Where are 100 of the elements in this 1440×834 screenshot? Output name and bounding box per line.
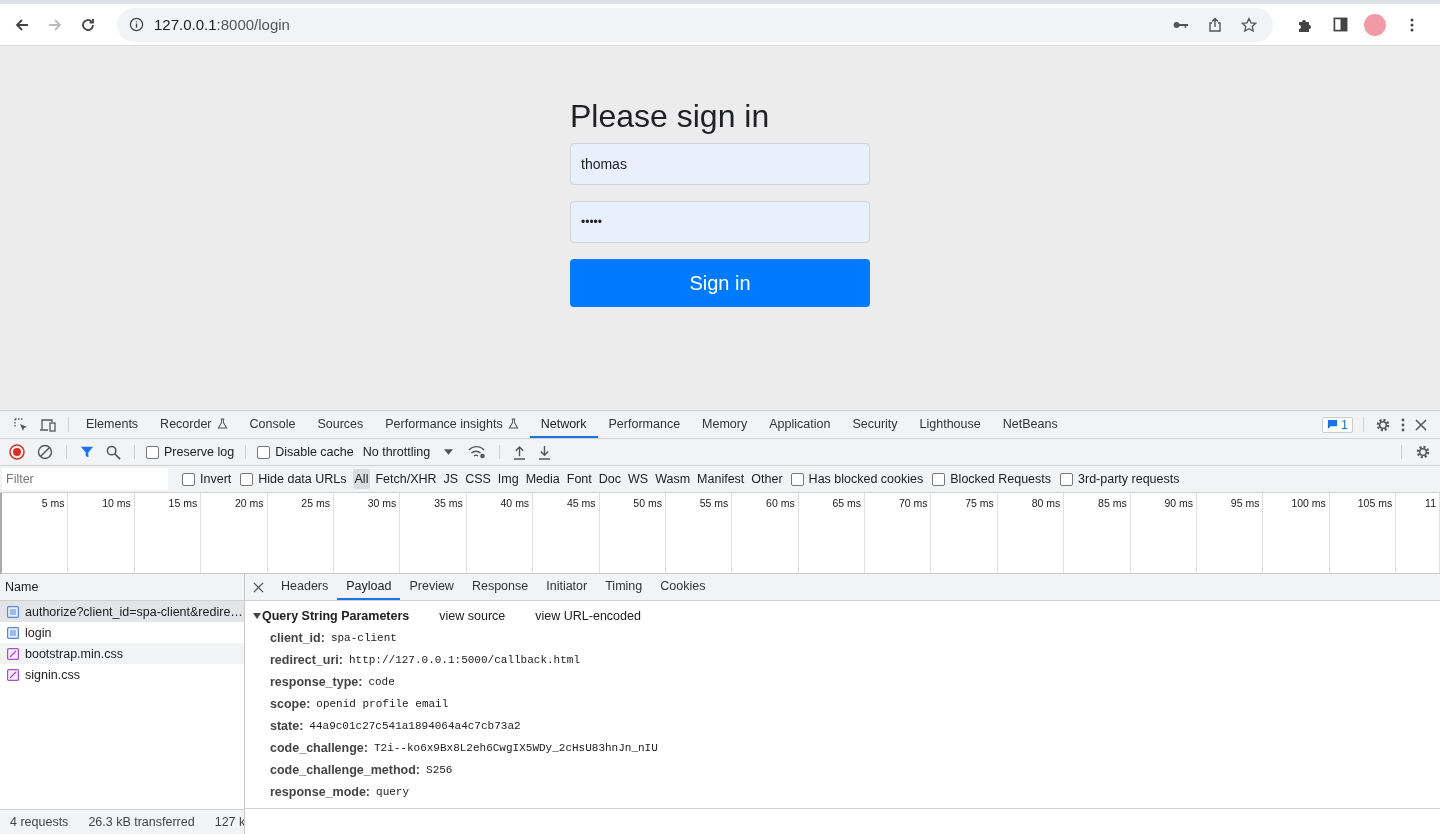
type-filter-button[interactable]: Other <box>749 469 785 489</box>
close-icon[interactable] <box>253 581 264 593</box>
sign-in-button[interactable]: Sign in <box>570 259 870 307</box>
type-filter-button[interactable]: Media <box>523 469 562 489</box>
devtools-tab[interactable]: Memory <box>691 411 759 438</box>
more-icon[interactable] <box>1410 16 1414 33</box>
devtools-tab[interactable]: Recorder <box>149 411 239 438</box>
devtools-tab[interactable]: Console <box>238 411 307 438</box>
checkbox[interactable] <box>257 445 271 459</box>
clear-icon[interactable] <box>37 444 53 460</box>
wifi-gear-icon[interactable] <box>468 445 487 459</box>
filter-icon[interactable] <box>80 445 94 459</box>
param-name: client_id: <box>270 631 325 645</box>
checkbox-label: Preserve log <box>164 445 235 459</box>
timeline-tick: 95 ms <box>1230 497 1260 509</box>
type-filter-button[interactable]: CSS <box>463 469 493 489</box>
devtools-tab[interactable]: Lighthouse <box>908 411 992 438</box>
devtools-tab[interactable]: Performance <box>597 411 692 438</box>
request-row[interactable]: authorize?client_id=spa-client&redire… <box>0 601 244 622</box>
detail-tab[interactable]: Preview <box>400 574 463 600</box>
issues-badge[interactable]: 1 <box>1322 416 1353 433</box>
param-value: code <box>368 676 395 688</box>
record-icon[interactable] <box>9 444 25 460</box>
param-name: redirect_uri: <box>270 653 343 667</box>
download-icon[interactable] <box>538 444 552 460</box>
type-filter-button[interactable]: WS <box>626 469 651 489</box>
timeline-tick: 65 ms <box>832 497 862 509</box>
checkbox[interactable] <box>240 472 254 486</box>
view-toggle-link[interactable]: view URL-encoded <box>535 609 641 623</box>
param-value: spa-client <box>330 632 397 644</box>
back-icon[interactable] <box>14 16 30 33</box>
detail-tab[interactable]: Cookies <box>651 574 715 600</box>
checkbox-label: 3rd-party requests <box>1078 472 1180 486</box>
close-icon[interactable] <box>1415 418 1427 431</box>
page-heading: Please sign in <box>570 98 771 135</box>
request-row[interactable]: signin.css <box>0 664 244 685</box>
type-filter-button[interactable]: All <box>352 469 371 489</box>
type-filter-button[interactable]: Img <box>495 469 521 489</box>
checkbox[interactable] <box>790 472 804 486</box>
filter-field[interactable]: Filter <box>2 468 168 490</box>
search-icon[interactable] <box>106 444 121 460</box>
param-name: response_mode: <box>270 785 371 799</box>
detail-tab[interactable]: Headers <box>272 574 338 600</box>
throttling-dropdown[interactable]: No throttling <box>358 439 462 465</box>
device-toolbar-icon[interactable] <box>39 416 57 433</box>
detail-tab[interactable]: Timing <box>596 574 652 600</box>
detail-tab[interactable]: Payload <box>337 574 401 600</box>
caret-icon <box>444 449 454 455</box>
param-name: code_challenge_method: <box>270 763 421 777</box>
type-filter-button[interactable]: Fetch/XHR <box>373 469 439 489</box>
param-value: S256 <box>426 764 453 776</box>
request-row[interactable]: bootstrap.min.css <box>0 643 244 664</box>
timeline-tick: 40 ms <box>500 497 530 509</box>
timeline-tick: 55 ms <box>699 497 729 509</box>
username-field[interactable]: thomas <box>570 143 870 185</box>
param-value: openid profile email <box>316 698 449 710</box>
checkbox[interactable] <box>146 445 159 459</box>
settings-icon[interactable] <box>1375 416 1391 433</box>
devtools-tab[interactable]: Security <box>841 411 909 438</box>
status-text: 26.3 kB transferred <box>88 815 195 829</box>
devtools-tab[interactable]: Elements <box>75 411 150 438</box>
type-filter-button[interactable]: Manifest <box>695 469 747 489</box>
detail-tab[interactable]: Response <box>462 574 538 600</box>
section-title[interactable]: Query String Parameters <box>262 609 410 623</box>
devtools-tab[interactable]: Sources <box>306 411 375 438</box>
type-filter-button[interactable]: Wasm <box>653 469 693 489</box>
side-panel-icon[interactable] <box>1333 17 1348 32</box>
timeline-tick: 90 ms <box>1164 497 1194 509</box>
upload-icon[interactable] <box>513 444 527 460</box>
checkbox[interactable] <box>1060 472 1074 486</box>
request-row[interactable]: login <box>0 622 244 643</box>
document-icon <box>7 605 19 618</box>
devtools-tab[interactable]: Performance insights <box>374 411 530 438</box>
timeline-tick: 35 ms <box>434 497 463 509</box>
checkbox[interactable] <box>182 472 195 486</box>
devtools-tab[interactable]: NetBeans <box>991 411 1069 438</box>
key-icon[interactable] <box>1173 19 1189 30</box>
settings-icon[interactable] <box>1415 444 1431 460</box>
detail-tab[interactable]: Initiator <box>537 574 597 600</box>
info-icon[interactable] <box>129 17 144 32</box>
type-filter-button[interactable]: Doc <box>596 469 623 489</box>
checkbox[interactable] <box>932 472 946 486</box>
param-value: T2i--ko6x9Bx8L2eh6CwgIX5WDy_2cHsU83hnJn_nIU <box>373 742 658 754</box>
more-icon[interactable] <box>1401 416 1405 433</box>
view-toggle-link[interactable]: view source <box>439 609 506 623</box>
reload-icon[interactable] <box>80 16 96 33</box>
password-field[interactable]: ••••• <box>570 201 870 243</box>
type-filter-button[interactable]: Font <box>564 469 594 489</box>
checkbox-label: Hide data URLs <box>258 472 347 486</box>
type-filter-button[interactable]: JS <box>441 469 461 489</box>
column-header: Name <box>5 580 39 594</box>
checkbox-label: Blocked Requests <box>950 472 1052 486</box>
devtools-tab[interactable]: Application <box>758 411 842 438</box>
share-icon[interactable] <box>1207 16 1223 33</box>
star-icon[interactable] <box>1241 16 1257 33</box>
checkbox-label: Disable cache <box>275 445 354 459</box>
timeline-tick: 75 ms <box>965 497 994 509</box>
address-bar[interactable]: 127.0.0.1:8000/login <box>117 7 1273 42</box>
expand-triangle-icon[interactable] <box>253 613 261 619</box>
inspect-icon[interactable] <box>13 416 29 433</box>
